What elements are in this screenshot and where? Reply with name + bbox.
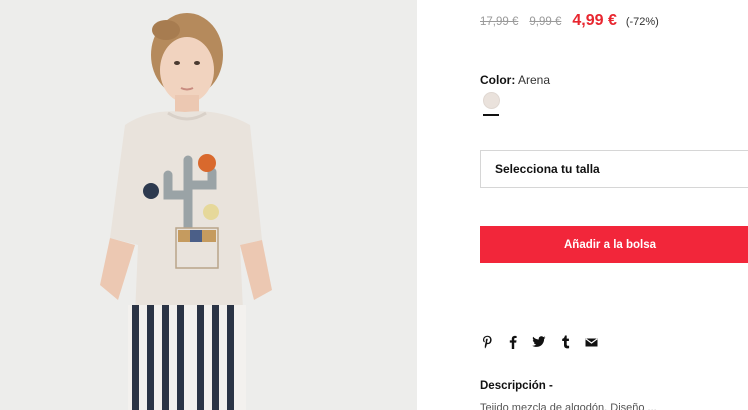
previous-price: 9,99 € — [529, 16, 562, 28]
color-swatch-arena[interactable] — [483, 92, 500, 109]
description-text: Tejido mezcla de algodón. Diseño ... — [480, 402, 657, 410]
email-icon[interactable] — [584, 334, 598, 350]
product-info-panel: 17,99 € 9,99 € 4,99 € (-72%) Color: Aren… — [417, 0, 748, 410]
share-icons — [480, 334, 610, 350]
original-price: 17,99 € — [480, 16, 519, 28]
add-to-bag-button[interactable]: Añadir a la bolsa — [480, 226, 748, 263]
color-value: Arena — [518, 73, 551, 87]
color-label-row: Color: Arena — [480, 73, 550, 87]
facebook-icon[interactable] — [506, 334, 520, 350]
product-photo-illustration — [0, 0, 417, 410]
product-image[interactable] — [0, 0, 417, 410]
price-row: 17,99 € 9,99 € 4,99 € (-72%) — [480, 12, 659, 30]
tumblr-icon[interactable] — [558, 334, 572, 350]
current-price: 4,99 € — [572, 12, 617, 29]
description-title: Descripción - — [480, 380, 553, 392]
size-select-placeholder: Selecciona tu talla — [495, 162, 600, 176]
discount-badge: (-72%) — [625, 16, 659, 28]
twitter-icon[interactable] — [532, 334, 546, 350]
color-label: Color: — [480, 73, 516, 87]
pinterest-icon[interactable] — [480, 334, 494, 350]
size-select[interactable]: Selecciona tu talla — [480, 150, 748, 188]
selected-swatch-indicator — [483, 114, 499, 116]
